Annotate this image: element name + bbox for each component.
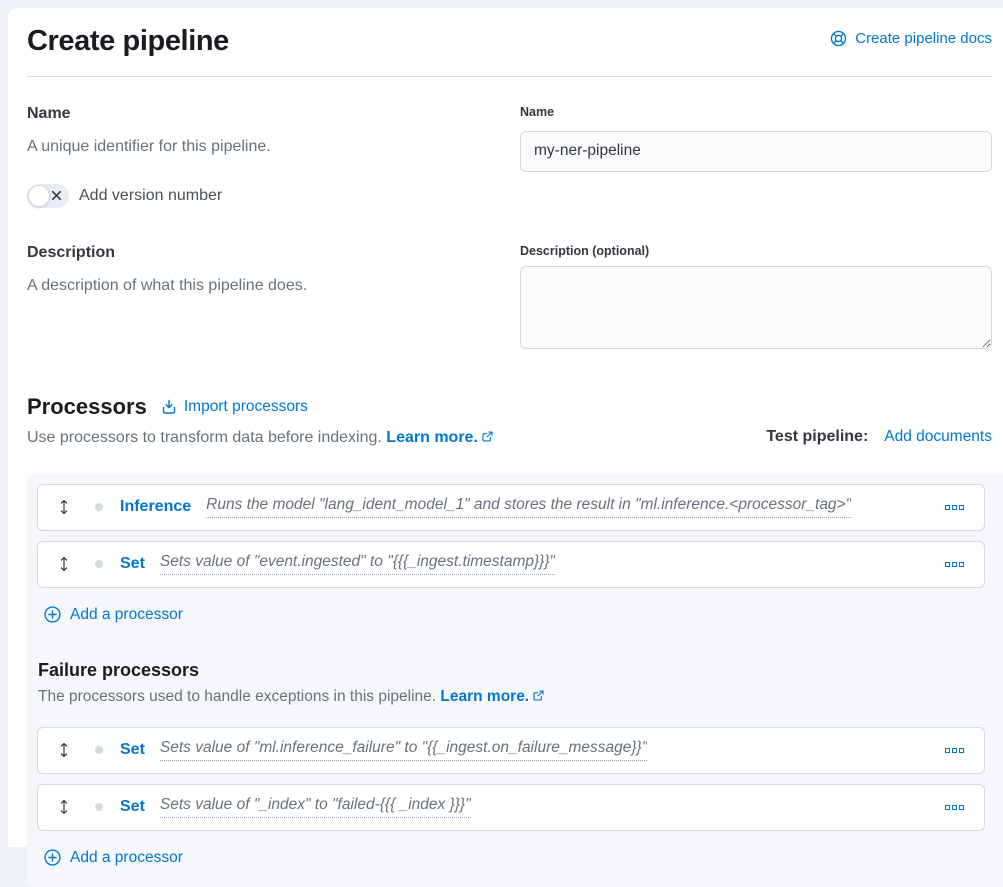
create-pipeline-page: Create pipeline Create pipeline docs Nam… (8, 8, 1003, 847)
processor-menu-button[interactable] (941, 744, 968, 757)
description-group-title: Description (27, 244, 500, 262)
processor-menu-button[interactable] (941, 558, 968, 571)
processor-pipe-dot (95, 803, 103, 811)
drag-handle-icon[interactable] (54, 797, 74, 817)
processor-description[interactable]: Sets value of "ml.inference_failure" to … (160, 739, 647, 761)
import-processors-link[interactable]: Import processors (161, 398, 308, 416)
processors-subtitle-text: Use processors to transform data before … (27, 429, 382, 446)
boxes-horizontal-icon (959, 562, 964, 567)
name-field-label: Name (520, 105, 992, 119)
import-processors-label: Import processors (184, 398, 308, 416)
boxes-horizontal-icon (952, 562, 957, 567)
toggle-off-x-icon (50, 189, 63, 207)
boxes-horizontal-icon (945, 562, 950, 567)
pipeline-name-input[interactable] (520, 131, 992, 172)
add-documents-link[interactable]: Add documents (884, 428, 992, 446)
failure-learn-more-link[interactable]: Learn more. (440, 688, 529, 705)
documentation-icon (830, 30, 847, 47)
name-group-title: Name (27, 105, 500, 123)
description-field-group: Description (optional) (520, 244, 992, 354)
external-link-icon (481, 430, 494, 447)
plus-circle-icon (44, 606, 61, 623)
boxes-horizontal-icon (952, 505, 957, 510)
processors-list: Inference Runs the model "lang_ident_mod… (37, 484, 985, 588)
processors-header-left: Processors Import processors Use process… (27, 394, 494, 448)
processor-row: Set Sets value of "ml.inference_failure"… (37, 727, 985, 774)
processor-row: Inference Runs the model "lang_ident_mod… (37, 484, 985, 531)
processor-row: Set Sets value of "_index" to "failed-{{… (37, 784, 985, 831)
plus-circle-icon (44, 849, 61, 866)
boxes-horizontal-icon (959, 748, 964, 753)
name-group-help: A unique identifier for this pipeline. (27, 135, 500, 159)
add-processor-link[interactable]: Add a processor (44, 606, 183, 624)
processor-name-link[interactable]: Set (120, 555, 145, 573)
add-processor-label: Add a processor (70, 606, 183, 624)
processor-name-link[interactable]: Inference (120, 498, 191, 516)
test-pipeline-label: Test pipeline: (766, 428, 868, 446)
name-field-group: Name (520, 105, 992, 208)
drag-handle-icon[interactable] (54, 497, 74, 517)
boxes-horizontal-icon (945, 748, 950, 753)
docs-link-label: Create pipeline docs (855, 30, 992, 47)
boxes-horizontal-icon (959, 805, 964, 810)
processor-row: Set Sets value of "event.ingested" to "{… (37, 541, 985, 588)
failure-subtitle-text: The processors used to handle exceptions… (38, 688, 436, 705)
processor-name-link[interactable]: Set (120, 798, 145, 816)
version-toggle-row: Add version number (27, 184, 500, 208)
test-pipeline-area: Test pipeline: Add documents (766, 428, 992, 448)
version-toggle-label[interactable]: Add version number (79, 187, 222, 205)
description-group-help: A description of what this pipeline does… (27, 274, 500, 298)
boxes-horizontal-icon (952, 805, 957, 810)
processors-subtitle: Use processors to transform data before … (27, 429, 494, 448)
create-pipeline-docs-link[interactable]: Create pipeline docs (830, 30, 992, 47)
processor-description[interactable]: Runs the model "lang_ident_model_1" and … (206, 496, 851, 518)
failure-processors-list: Set Sets value of "ml.inference_failure"… (37, 727, 985, 831)
processor-description[interactable]: Sets value of "event.ingested" to "{{{_i… (160, 553, 555, 575)
name-form-row: Name A unique identifier for this pipeli… (27, 105, 992, 208)
processors-learn-more-link[interactable]: Learn more. (386, 429, 478, 446)
external-link-icon (532, 689, 545, 706)
processor-pipe-dot (95, 746, 103, 754)
import-icon (161, 399, 177, 415)
name-group-description: Name A unique identifier for this pipeli… (27, 105, 500, 208)
boxes-horizontal-icon (952, 748, 957, 753)
add-failure-processor-link[interactable]: Add a processor (44, 849, 183, 867)
processors-panel: Inference Runs the model "lang_ident_mod… (27, 474, 1003, 887)
processor-description[interactable]: Sets value of "_index" to "failed-{{{ _i… (160, 796, 471, 818)
drag-handle-icon[interactable] (54, 554, 74, 574)
processor-menu-button[interactable] (941, 501, 968, 514)
processor-name-link[interactable]: Set (120, 741, 145, 759)
processor-pipe-dot (95, 560, 103, 568)
processors-section-header: Processors Import processors Use process… (27, 394, 992, 448)
page-header: Create pipeline Create pipeline docs (27, 22, 992, 59)
description-form-row: Description A description of what this p… (27, 244, 992, 354)
boxes-horizontal-icon (945, 505, 950, 510)
add-version-toggle[interactable] (27, 184, 69, 208)
processor-pipe-dot (95, 503, 103, 511)
failure-processors-subtitle: The processors used to handle exceptions… (38, 688, 985, 707)
description-field-label: Description (optional) (520, 244, 992, 258)
header-divider (27, 76, 992, 77)
processors-title: Processors (27, 394, 147, 420)
toggle-knob (28, 185, 50, 207)
page-title: Create pipeline (27, 24, 229, 59)
boxes-horizontal-icon (959, 505, 964, 510)
drag-handle-icon[interactable] (54, 740, 74, 760)
processor-menu-button[interactable] (941, 801, 968, 814)
failure-processors-title: Failure processors (38, 660, 985, 681)
boxes-horizontal-icon (945, 805, 950, 810)
description-group-description: Description A description of what this p… (27, 244, 500, 354)
pipeline-description-textarea[interactable] (520, 266, 992, 349)
add-failure-processor-label: Add a processor (70, 849, 183, 867)
